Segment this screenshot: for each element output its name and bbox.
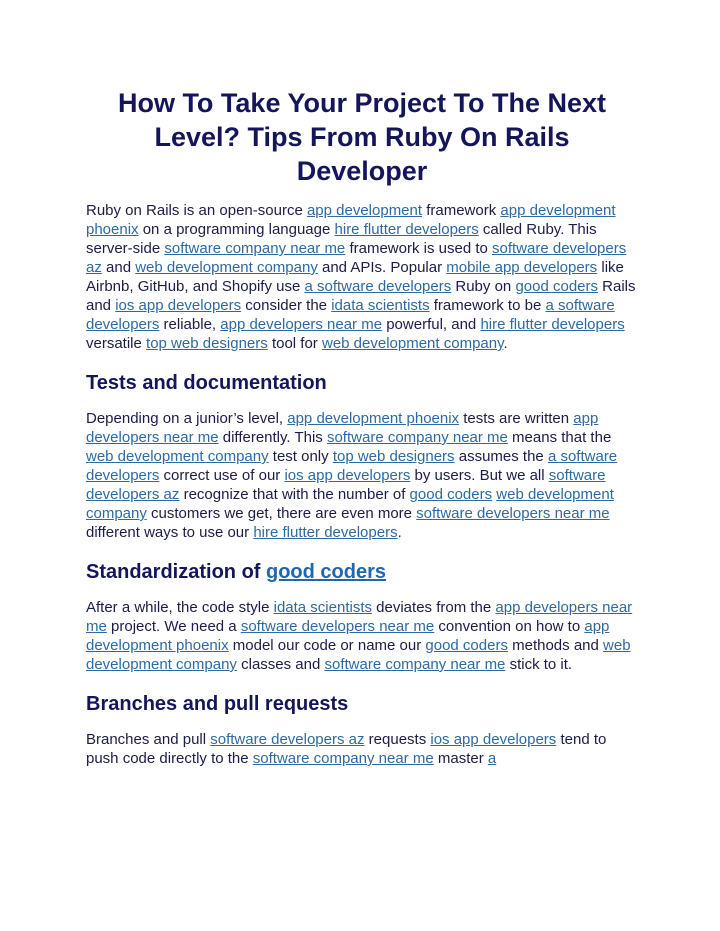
inline-link[interactable]: software company near me (164, 240, 345, 257)
text-run: model our code or name our (228, 637, 426, 654)
inline-link[interactable]: good coders (410, 486, 493, 503)
inline-link[interactable]: software developers near me (416, 505, 609, 522)
text-run: stick to it. (505, 656, 573, 673)
text-run: Standardization of (86, 561, 266, 583)
text-run: different ways to use our (86, 524, 254, 541)
text-run: on a programming language (138, 221, 335, 238)
article-body: Ruby on Rails is an open-source app deve… (86, 201, 638, 768)
inline-link[interactable]: good coders (266, 561, 386, 583)
inline-link[interactable]: hire flutter developers (335, 221, 479, 238)
inline-link[interactable]: top web designers (146, 335, 268, 352)
text-run: assumes the (454, 448, 548, 465)
inline-link[interactable]: web development company (86, 448, 269, 465)
text-run: convention on how to (434, 618, 585, 635)
inline-link[interactable]: software developers az (210, 731, 364, 748)
text-run: . (397, 524, 402, 541)
inline-link[interactable]: app development phoenix (287, 410, 459, 427)
inline-link[interactable]: good coders (425, 637, 508, 654)
section-paragraph: Ruby on Rails is an open-source app deve… (86, 201, 638, 353)
text-run: . (503, 335, 508, 352)
text-run: powerful, and (382, 316, 481, 333)
text-run: Branches and pull (86, 731, 211, 748)
text-run: and (101, 259, 136, 276)
text-run: project. We need a (106, 618, 241, 635)
text-run: reliable, (159, 316, 221, 333)
inline-link[interactable]: software company near me (253, 750, 434, 767)
inline-link[interactable]: software developers near me (241, 618, 434, 635)
section-heading: Tests and documentation (86, 371, 638, 395)
inline-link[interactable]: a (488, 750, 496, 767)
section-paragraph: Branches and pull software developers az… (86, 730, 638, 768)
inline-link[interactable]: app development (307, 202, 422, 219)
text-run: differently. This (218, 429, 327, 446)
text-run: framework (422, 202, 501, 219)
text-run: Branches and pull requests (86, 693, 349, 715)
text-run: Depending on a junior’s level, (86, 410, 288, 427)
section-paragraph: After a while, the code style idata scie… (86, 598, 638, 674)
text-run: Ruby on Rails is an open-source (86, 202, 307, 219)
text-run: methods and (507, 637, 604, 654)
inline-link[interactable]: ios app developers (430, 731, 556, 748)
inline-link[interactable]: ios app developers (284, 467, 410, 484)
text-run: Ruby on (451, 278, 516, 295)
text-run: framework is used to (345, 240, 492, 257)
inline-link[interactable]: ios app developers (115, 297, 241, 314)
text-run: consider the (241, 297, 332, 314)
inline-link[interactable]: hire flutter developers (480, 316, 624, 333)
text-run: correct use of our (159, 467, 285, 484)
text-run: and APIs. Popular (317, 259, 447, 276)
inline-link[interactable]: good coders (515, 278, 598, 295)
inline-link[interactable]: idata scientists (274, 599, 372, 616)
section-heading: Standardization of good coders (86, 560, 638, 584)
text-run: recognize that with the number of (179, 486, 410, 503)
text-run: requests (364, 731, 431, 748)
text-run: classes and (236, 656, 325, 673)
text-run: means that the (507, 429, 612, 446)
text-run: master (433, 750, 488, 767)
inline-link[interactable]: idata scientists (331, 297, 429, 314)
text-run: by users. But we all (410, 467, 549, 484)
text-run: tests are written (459, 410, 574, 427)
text-run: After a while, the code style (86, 599, 274, 616)
inline-link[interactable]: app developers near me (220, 316, 382, 333)
text-run: customers we get, there are even more (146, 505, 417, 522)
text-run: framework to be (429, 297, 546, 314)
text-run: deviates from the (372, 599, 496, 616)
text-run: versatile (86, 335, 147, 352)
page-title: How To Take Your Project To The Next Lev… (117, 88, 607, 186)
text-run: test only (268, 448, 333, 465)
inline-link[interactable]: mobile app developers (446, 259, 597, 276)
text-run: tool for (267, 335, 322, 352)
inline-link[interactable]: software company near me (324, 656, 505, 673)
inline-link[interactable]: a software developers (304, 278, 451, 295)
inline-link[interactable]: software company near me (327, 429, 508, 446)
inline-link[interactable]: web development company (135, 259, 318, 276)
section-heading: Branches and pull requests (86, 692, 638, 716)
inline-link[interactable]: top web designers (333, 448, 455, 465)
text-run: Tests and documentation (86, 372, 327, 394)
document-page: How To Take Your Project To The Next Lev… (86, 86, 638, 768)
section-paragraph: Depending on a junior’s level, app devel… (86, 409, 638, 542)
inline-link[interactable]: web development company (322, 335, 504, 352)
inline-link[interactable]: hire flutter developers (253, 524, 397, 541)
